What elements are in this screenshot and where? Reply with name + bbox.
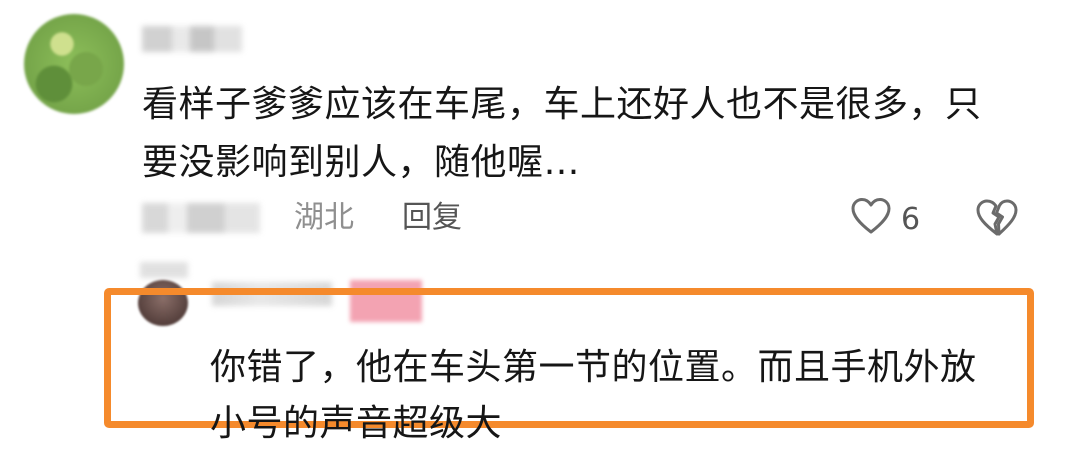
comment-text: 看样子爹爹应该在车尾，车上还好人也不是很多，只 要没影响到别人，随他喔… (142, 76, 1022, 192)
comment-location: 湖北 (294, 200, 354, 235)
reply-text-line-1: 你错了，他在车头第一节的位置。而且手机外放 (210, 347, 977, 388)
comment-time-redacted (142, 203, 260, 233)
comment-text-line-2: 要没影响到别人，随他喔… (142, 142, 581, 183)
heart-outline-icon[interactable] (850, 196, 892, 238)
commenter-avatar[interactable] (24, 14, 124, 114)
comment-text-line-1: 看样子爹爹应该在车尾，车上还好人也不是很多，只 (142, 84, 982, 125)
reply-text: 你错了，他在车头第一节的位置。而且手机外放 小号的声音超级大 (210, 340, 1020, 452)
reply-header-redacted (140, 262, 188, 278)
like-count: 6 (901, 202, 921, 237)
broken-heart-icon[interactable] (974, 196, 1020, 240)
commenter-name-redacted[interactable] (142, 26, 242, 52)
reply-text-line-2: 小号的声音超级大 (210, 403, 503, 444)
reply-button[interactable]: 回复 (402, 198, 462, 238)
